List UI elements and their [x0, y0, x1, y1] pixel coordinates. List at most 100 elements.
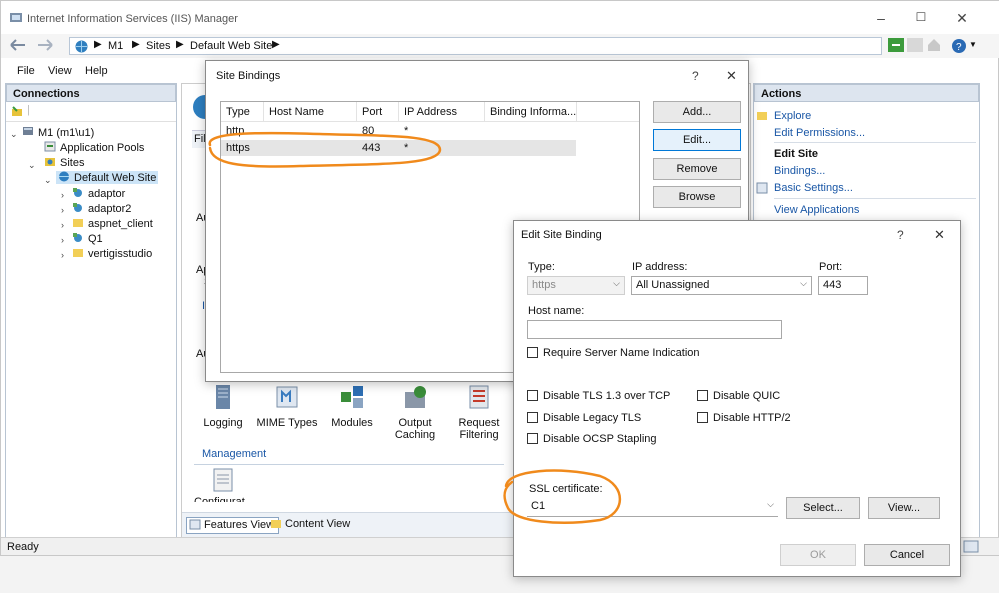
column-separator [576, 102, 577, 122]
tree-item-label: vertigisstudio [88, 248, 152, 260]
breadcrumb-sites[interactable]: Sites [146, 40, 170, 52]
feature-label: Modules [317, 417, 387, 429]
binding-row-https[interactable]: https 443 * [221, 140, 576, 156]
breadcrumb-m1[interactable]: M1 [108, 40, 123, 52]
site-bindings-help-button[interactable]: ? [692, 69, 699, 83]
host-name-label: Host name: [528, 305, 584, 317]
minimize-button[interactable]: – [866, 10, 896, 26]
breadcrumb-separator: ▶ [94, 39, 102, 50]
tree-item-default-web-site[interactable]: Default Web Site [56, 171, 158, 184]
tree-expand-icon[interactable]: › [61, 250, 64, 260]
connections-toolbar: | [6, 102, 176, 122]
maximize-button[interactable]: ☐ [906, 10, 936, 24]
checkbox-box [697, 412, 708, 423]
tree-expand-icon[interactable]: › [61, 220, 64, 230]
column-ip-address[interactable]: IP Address [404, 106, 457, 118]
home-icon[interactable] [927, 38, 941, 52]
application-pools-icon [44, 141, 56, 152]
disable-quic-checkbox[interactable]: Disable QUIC [697, 390, 780, 402]
menu-file[interactable]: File [17, 65, 35, 77]
connections-header: Connections [6, 84, 176, 102]
feature-logging[interactable]: Logging [188, 384, 258, 429]
tree-collapse-icon[interactable]: ⌄ [28, 160, 36, 171]
help-dropdown-icon[interactable]: ▼ [969, 40, 977, 49]
action-basic-settings[interactable]: Basic Settings... [774, 182, 853, 194]
add-binding-button[interactable]: Add... [653, 101, 741, 123]
tree-collapse-icon[interactable]: ⌄ [10, 129, 18, 140]
tab-features-view[interactable]: Features View [186, 517, 279, 534]
tree-item-vertigisstudio[interactable]: vertigisstudio [72, 247, 152, 260]
tree-expand-icon[interactable]: › [61, 190, 64, 200]
refresh-icon[interactable] [888, 38, 904, 52]
tree-item-server[interactable]: M1 (m1\u1) [22, 126, 94, 139]
tree-item-application-pools[interactable]: Application Pools [44, 141, 144, 154]
feature-label: Logging [188, 417, 258, 429]
action-bindings[interactable]: Bindings... [774, 165, 825, 177]
browse-binding-button[interactable]: Browse [653, 186, 741, 208]
port-input[interactable]: 443 [818, 276, 868, 295]
forward-button[interactable] [32, 37, 58, 55]
tree-item-q1[interactable]: Q1 [72, 232, 103, 245]
feature-request-filtering[interactable]: Request Filtering [444, 384, 514, 441]
remove-binding-button[interactable]: Remove [653, 158, 741, 180]
breadcrumb-separator: ▶ [272, 39, 280, 50]
feature-output-caching[interactable]: Output Caching [380, 384, 450, 441]
tree-item-sites[interactable]: Sites [44, 156, 84, 169]
disable-http2-checkbox[interactable]: Disable HTTP/2 [697, 412, 791, 424]
tree-collapse-icon[interactable]: ⌄ [44, 175, 52, 186]
edit-binding-help-button[interactable]: ? [897, 228, 904, 242]
ok-button[interactable]: OK [780, 544, 856, 566]
back-button[interactable] [5, 37, 31, 55]
stop-icon[interactable] [907, 38, 923, 52]
action-view-applications[interactable]: View Applications [774, 204, 859, 216]
cancel-button[interactable]: Cancel [864, 544, 950, 566]
mime-types-icon [274, 384, 300, 410]
binding-ip: * [404, 142, 408, 154]
tree-expand-icon[interactable]: › [61, 235, 64, 245]
edit-site-binding-title: Edit Site Binding [521, 229, 602, 241]
breadcrumb-default-web-site[interactable]: Default Web Site [190, 40, 272, 52]
edit-binding-button[interactable]: Edit... [653, 129, 741, 151]
disable-ocsp-stapling-checkbox[interactable]: Disable OCSP Stapling [527, 433, 657, 445]
require-sni-checkbox[interactable]: Require Server Name Indication [527, 347, 700, 359]
tab-content-view[interactable]: Content View [270, 518, 350, 530]
type-select[interactable]: https ⌵ [527, 276, 625, 295]
close-window-button[interactable]: ✕ [947, 10, 977, 27]
connect-icon[interactable] [11, 106, 23, 117]
help-icon[interactable]: ? [951, 38, 967, 54]
disable-legacy-tls-checkbox[interactable]: Disable Legacy TLS [527, 412, 641, 424]
column-host-name[interactable]: Host Name [269, 106, 324, 118]
view-certificate-button[interactable]: View... [868, 497, 940, 519]
tree-item-adaptor[interactable]: adaptor [72, 187, 125, 200]
tree-expand-icon[interactable]: › [61, 205, 64, 215]
disable-tls13-checkbox[interactable]: Disable TLS 1.3 over TCP [527, 390, 670, 402]
ssl-certificate-select[interactable]: C1 ⌵ [527, 498, 778, 517]
select-certificate-button[interactable]: Select... [786, 497, 860, 519]
binding-row-http[interactable]: http 80 * [221, 124, 576, 139]
edit-binding-close-button[interactable]: ✕ [934, 227, 945, 243]
tree-item-aspnet-client[interactable]: aspnet_client [72, 217, 153, 230]
column-type[interactable]: Type [226, 106, 250, 118]
checkbox-box [527, 347, 538, 358]
port-label: Port: [819, 261, 842, 273]
tree-item-adaptor2[interactable]: adaptor2 [72, 202, 131, 215]
feature-modules[interactable]: Modules [317, 384, 387, 429]
menu-help[interactable]: Help [85, 65, 108, 77]
site-bindings-close-button[interactable]: ✕ [726, 68, 737, 84]
ip-address-select[interactable]: All Unassigned ⌵ [631, 276, 812, 295]
breadcrumb-separator: ▶ [176, 39, 184, 50]
type-label: Type: [528, 261, 555, 273]
host-name-input[interactable] [527, 320, 782, 339]
action-edit-permissions[interactable]: Edit Permissions... [774, 127, 865, 139]
configuration-editor-icon[interactable] [212, 468, 234, 492]
address-path[interactable]: ▶ M1 ▶ Sites ▶ Default Web Site ▶ [69, 37, 882, 55]
folder-icon [72, 247, 84, 258]
menu-view[interactable]: View [48, 65, 72, 77]
explore-icon [756, 110, 768, 122]
checkbox-box [697, 390, 708, 401]
column-port[interactable]: Port [362, 106, 382, 118]
column-binding-information[interactable]: Binding Informa... [490, 106, 576, 118]
action-explore[interactable]: Explore [774, 110, 811, 122]
output-caching-icon [402, 384, 428, 410]
feature-mime-types[interactable]: MIME Types [252, 384, 322, 429]
